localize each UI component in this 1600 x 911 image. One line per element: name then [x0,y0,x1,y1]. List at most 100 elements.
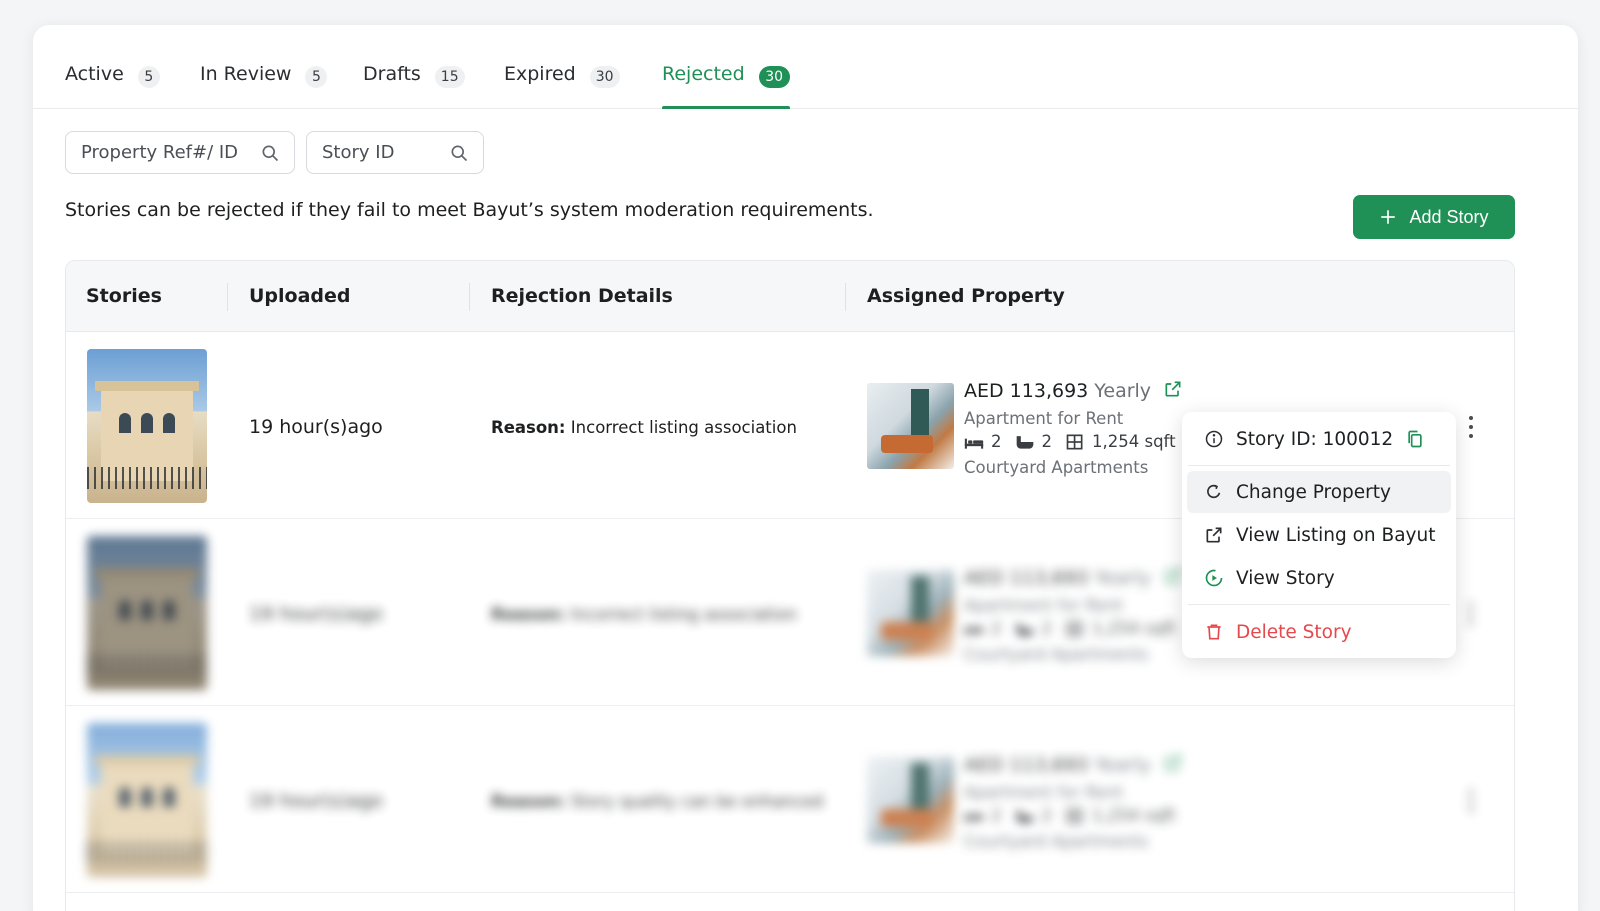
story-thumbnail[interactable] [87,536,207,690]
rejection-reason: Reason: Incorrect listing association [491,605,797,624]
external-link-icon[interactable] [1163,753,1183,773]
price-amount: AED 113,693 [964,754,1089,776]
story-search-placeholder: Story ID [322,142,395,163]
story-actions-menu: Story ID: 100012 Change Property View Li… [1182,412,1456,658]
property-stats: 2 2 1,254 sqft [964,806,1176,825]
bed-icon [964,812,984,823]
view-story-menu-item[interactable]: View Story [1187,557,1451,599]
story-id-item: Story ID: 100012 [1187,418,1451,460]
trash-icon [1207,624,1221,640]
tab-drafts[interactable]: Drafts 15 [363,63,465,109]
menu-divider [1188,604,1450,605]
column-header-uploaded: Uploaded [249,285,351,307]
rejection-reason: Reason: Incorrect listing association [491,418,797,437]
area-icon [1066,434,1083,449]
tab-label: In Review [200,63,292,85]
more-vertical-icon[interactable] [1468,790,1474,812]
column-header-stories: Stories [86,285,162,307]
table-row: 19 hour(s)ago Reason: Story quality can … [66,706,1514,893]
change-property-menu-item[interactable]: Change Property [1187,471,1451,513]
view-listing-label: View Listing on Bayut [1236,524,1436,546]
more-vertical-icon[interactable] [1468,416,1474,438]
add-story-button[interactable]: Add Story [1353,195,1515,239]
price-period: Yearly [1094,380,1152,402]
search-icon [262,145,279,161]
copy-icon[interactable] [1405,429,1425,449]
tab-label: Expired [504,63,576,85]
price-amount: AED 113,693 [964,567,1089,589]
add-story-label: Add Story [1409,206,1489,227]
tab-rejected[interactable]: Rejected 30 [662,63,790,109]
story-thumbnail[interactable] [87,723,207,877]
tab-label: Rejected [662,63,745,85]
story-id-search-input[interactable]: Story ID [306,131,484,174]
area-value: 1,254 sqft [1092,806,1176,825]
area-value: 1,254 sqft [1092,619,1176,638]
bath-count: 2 [1041,619,1053,638]
tab-count-badge: 30 [758,66,790,88]
info-icon [1205,430,1223,448]
reason-label: Reason: [491,792,566,811]
price-period: Yearly [1094,567,1152,589]
property-search-input[interactable]: Property Ref#/ ID [65,131,295,174]
reason-text: Story quality can be enhanced [570,792,824,811]
external-link-icon[interactable] [1163,379,1183,399]
view-listing-menu-item[interactable]: View Listing on Bayut [1187,514,1451,556]
reason-label: Reason: [491,605,566,624]
property-stats: 2 2 1,254 sqft [964,619,1176,638]
bath-icon [1016,435,1033,449]
tab-count-badge: 30 [589,66,620,88]
rejection-reason: Reason: Story quality can be enhanced [491,792,823,811]
reason-label: Reason: [491,418,566,437]
area-icon [1066,621,1083,636]
property-type: Apartment for Rent [964,783,1124,802]
property-stats: 2 2 1,254 sqft [964,432,1176,451]
delete-story-label: Delete Story [1236,621,1352,643]
uploaded-time: 19 hour(s)ago [249,416,383,438]
property-thumbnail [867,570,954,656]
status-tabs: Active 5 In Review 5 Drafts 15 Expired 3… [33,25,1578,109]
tab-active[interactable]: Active 5 [65,63,160,109]
column-divider [469,283,470,311]
property-type: Apartment for Rent [964,409,1124,428]
search-icon [451,145,468,161]
bed-count: 2 [991,806,1002,825]
uploaded-time: 19 hour(s)ago [249,603,383,625]
property-name: Courtyard Apartments [964,458,1149,477]
external-link-icon [1206,527,1222,543]
uploaded-time: 19 hour(s)ago [249,790,383,812]
play-icon [1205,569,1223,587]
column-header-rejection-details: Rejection Details [491,285,673,307]
property-type: Apartment for Rent [964,596,1124,615]
bed-icon [964,438,984,449]
bed-icon [964,625,984,636]
property-search-placeholder: Property Ref#/ ID [81,142,239,163]
tab-in-review[interactable]: In Review 5 [200,63,328,109]
change-property-label: Change Property [1236,481,1391,503]
menu-divider [1188,465,1450,466]
tab-label: Drafts [363,63,421,85]
external-link-icon[interactable] [1163,566,1183,586]
price-amount: AED 113,693 [964,380,1089,402]
price-period: Yearly [1094,754,1152,776]
bed-count: 2 [991,432,1002,451]
column-header-assigned-property: Assigned Property [867,285,1065,307]
bath-icon [1016,622,1033,636]
tab-count-badge: 15 [434,66,465,88]
refresh-icon [1207,484,1221,499]
delete-story-menu-item[interactable]: Delete Story [1187,611,1451,653]
table-header: Stories Uploaded Rejection Details Assig… [66,261,1514,332]
property-thumbnail [867,383,954,469]
tab-expired[interactable]: Expired 30 [504,63,620,109]
view-story-label: View Story [1236,567,1335,589]
moderation-note: Stories can be rejected if they fail to … [65,199,874,221]
area-icon [1066,808,1083,823]
tab-count-badge: 5 [305,66,328,88]
tab-label: Active [65,63,124,85]
more-vertical-icon[interactable] [1468,603,1474,625]
bath-icon [1016,809,1033,823]
reason-text: Incorrect listing association [570,605,797,624]
column-divider [227,283,228,311]
plus-icon [1381,210,1396,224]
story-thumbnail[interactable] [87,349,207,503]
